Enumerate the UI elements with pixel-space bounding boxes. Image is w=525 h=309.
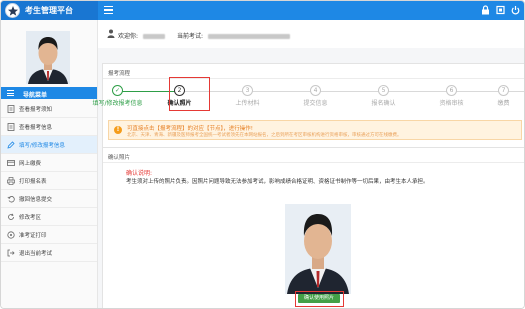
step-label: 提交信息 bbox=[303, 100, 328, 107]
sidebar-item-label: 修改考区 bbox=[19, 215, 42, 221]
menu-icon bbox=[7, 90, 14, 97]
sidebar-item-label: 填写/修改报考信息 bbox=[19, 143, 65, 149]
user-name-redacted bbox=[142, 34, 165, 39]
user-icon bbox=[107, 29, 115, 38]
sidebar: 导航菜单 查看报考须知 查看报考信息 填写/修改报考信息 网上缴费 打印报名表 … bbox=[1, 20, 98, 308]
print-icon bbox=[7, 177, 15, 185]
lock-icon[interactable] bbox=[481, 5, 490, 15]
sidebar-item-change-region[interactable]: 修改考区 bbox=[1, 208, 97, 226]
sidebar-item-label: 准考证打印 bbox=[19, 233, 47, 239]
step-label: 缴费 bbox=[497, 100, 510, 107]
process-title: 报考流程 bbox=[108, 71, 131, 77]
current-exam-label: 当前考试: bbox=[177, 33, 204, 40]
welcome-bar: 欢迎你: 当前考试: bbox=[98, 20, 524, 48]
sidebar-item-label: 打印报名表 bbox=[19, 179, 47, 185]
app-window: 考生管理平台 导航菜单 查看报考须知 查看报考信息 填写/修改报考信息 网上缴费… bbox=[0, 0, 525, 309]
undo-icon bbox=[7, 195, 15, 203]
sidebar-item-label: 退出当前考试 bbox=[19, 251, 53, 257]
sidebar-item-label: 查看报考须知 bbox=[19, 107, 53, 113]
app-title: 考生管理平台 bbox=[25, 6, 73, 15]
document-icon bbox=[7, 105, 15, 113]
step-number: ✓ bbox=[112, 85, 123, 96]
candidate-photo bbox=[285, 204, 351, 294]
confirm-photo-button[interactable]: 确认使用照片 bbox=[298, 294, 340, 303]
sidebar-item-edit-info[interactable]: 填写/修改报考信息 bbox=[1, 136, 97, 154]
payment-icon bbox=[7, 159, 15, 167]
step-number: 4 bbox=[310, 85, 321, 96]
step-label: 上传材料 bbox=[235, 100, 260, 107]
sidebar-item-label: 查看报考信息 bbox=[19, 125, 53, 131]
sidebar-item-print-form[interactable]: 打印报名表 bbox=[1, 172, 97, 190]
edit-icon bbox=[7, 141, 15, 149]
step-payment[interactable]: 7 缴费 bbox=[467, 85, 524, 115]
sidebar-item-exit-exam[interactable]: 退出当前考试 bbox=[1, 244, 97, 262]
welcome-label: 欢迎你: bbox=[118, 33, 139, 40]
process-warning: ! 可直接点击【报考流程】的对应【节点】，进行操作! 北京、天津、青海、新疆及医… bbox=[108, 120, 522, 140]
sidebar-item-label: 网上缴费 bbox=[19, 161, 42, 167]
logo-icon bbox=[5, 3, 20, 18]
refresh-icon bbox=[7, 213, 15, 221]
exam-name-redacted bbox=[207, 34, 290, 39]
top-bar: 考生管理平台 bbox=[1, 1, 524, 20]
menu-toggle-icon[interactable] bbox=[104, 6, 113, 15]
warning-line1: 可直接点击【报考流程】的对应【节点】，进行操作! bbox=[127, 126, 253, 132]
photo-panel-title: 确认照片 bbox=[108, 155, 131, 161]
sidebar-item-payment[interactable]: 网上缴费 bbox=[1, 154, 97, 172]
confirm-button-highlight: 确认使用照片 bbox=[295, 291, 344, 307]
ticket-icon bbox=[7, 231, 15, 239]
step-number: 5 bbox=[378, 85, 389, 96]
photo-panel: 确认照片 确认说明: 考生须对上传的照片负责。因照片问题导致无法参加考试，影响成… bbox=[102, 147, 524, 308]
fullscreen-icon[interactable] bbox=[496, 5, 505, 15]
sidebar-item-withdraw[interactable]: 撤回信息提交 bbox=[1, 190, 97, 208]
avatar bbox=[26, 31, 70, 84]
confirm-instructions-label: 确认说明: bbox=[126, 170, 153, 177]
step-upload-materials[interactable]: 3 上传材料 bbox=[211, 85, 281, 115]
step-number: 7 bbox=[498, 85, 509, 96]
warning-line2: 北京、天津、青海、新疆及医师报考全国统一考试者须先在本网站报名，之后到所在考区审… bbox=[127, 133, 402, 138]
step-number: 3 bbox=[242, 85, 253, 96]
nav-menu-title: 导航菜单 bbox=[23, 92, 48, 99]
warning-icon: ! bbox=[114, 126, 122, 134]
sidebar-item-admission-ticket[interactable]: 准考证打印 bbox=[1, 226, 97, 244]
step-registration-confirm[interactable]: 5 报名确认 bbox=[347, 85, 417, 115]
sidebar-item-exam-info[interactable]: 查看报考信息 bbox=[1, 118, 97, 136]
sidebar-item-label: 撤回信息提交 bbox=[19, 197, 53, 203]
step-fill-info[interactable]: ✓ 填写/修改报考信息 bbox=[81, 85, 151, 115]
logo-area: 考生管理平台 bbox=[1, 1, 98, 20]
step-label: 报名确认 bbox=[371, 100, 396, 107]
power-icon[interactable] bbox=[511, 5, 520, 15]
document-icon bbox=[7, 123, 15, 131]
confirm-instructions-text: 考生须对上传的照片负责。因照片问题导致无法参加考试，影响成绩合格证明、资格证书制… bbox=[126, 179, 429, 185]
current-step-highlight bbox=[169, 77, 210, 111]
step-submit-info[interactable]: 4 提交信息 bbox=[279, 85, 349, 115]
main-content: 欢迎你: 当前考试: 报考流程 ✓ 填写/修改报考信息 2 确认照片 3 上传材… bbox=[92, 20, 524, 308]
step-number: 6 bbox=[446, 85, 457, 96]
exit-icon bbox=[7, 249, 15, 257]
